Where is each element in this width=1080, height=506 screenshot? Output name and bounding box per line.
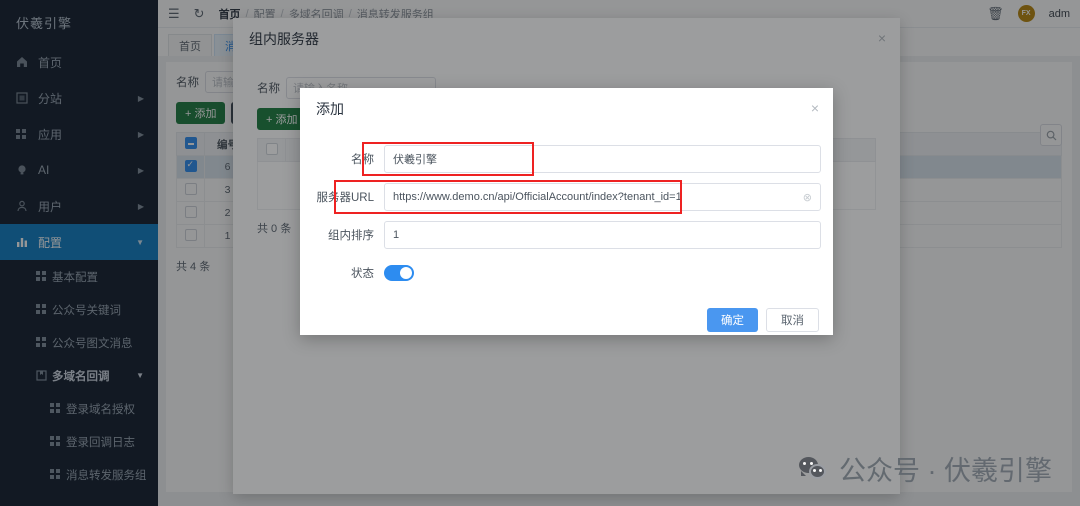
url-label: 服务器URL bbox=[316, 192, 374, 204]
name-label: 名称 bbox=[351, 154, 374, 166]
url-input[interactable]: https://www.demo.cn/api/OfficialAccount/… bbox=[384, 183, 821, 211]
cancel-button[interactable]: 取消 bbox=[766, 308, 819, 332]
status-toggle[interactable] bbox=[384, 265, 414, 281]
clear-icon[interactable]: ⊗ bbox=[803, 191, 812, 204]
name-input[interactable]: 伏羲引擎 bbox=[384, 145, 821, 173]
form-row-name: 名称 伏羲引擎 bbox=[312, 142, 821, 176]
form-row-status: 状态 bbox=[312, 258, 821, 288]
close-icon[interactable]: × bbox=[811, 100, 819, 116]
add-dialog-footer: 确定 取消 bbox=[300, 296, 833, 332]
add-form: 名称 伏羲引擎 服务器URL https://www.demo.cn/api/O… bbox=[300, 130, 833, 288]
watermark: 公众号 · 伏羲引擎 bbox=[799, 449, 1052, 488]
wechat-icon bbox=[799, 456, 829, 481]
watermark-text: 公众号 · 伏羲引擎 bbox=[839, 456, 1052, 486]
form-row-url: 服务器URL https://www.demo.cn/api/OfficialA… bbox=[312, 180, 821, 214]
app-root: 伏羲引擎 首页 分站 ▶ 应用 ▶ AI ▶ 用户 ▶ 配置 ▼ 基本配置 公众… bbox=[0, 0, 1080, 506]
order-input[interactable]: 1 bbox=[384, 221, 821, 249]
url-input-value: https://www.demo.cn/api/OfficialAccount/… bbox=[393, 191, 682, 203]
form-row-order: 组内排序 1 bbox=[312, 220, 821, 250]
add-dialog-header: 添加 × bbox=[300, 88, 833, 130]
add-dialog: 添加 × 名称 伏羲引擎 服务器URL https://www.demo.cn/… bbox=[300, 88, 833, 335]
confirm-button[interactable]: 确定 bbox=[707, 308, 758, 332]
order-label: 组内排序 bbox=[328, 230, 374, 242]
add-dialog-title: 添加 bbox=[316, 101, 344, 117]
status-label: 状态 bbox=[351, 268, 374, 280]
